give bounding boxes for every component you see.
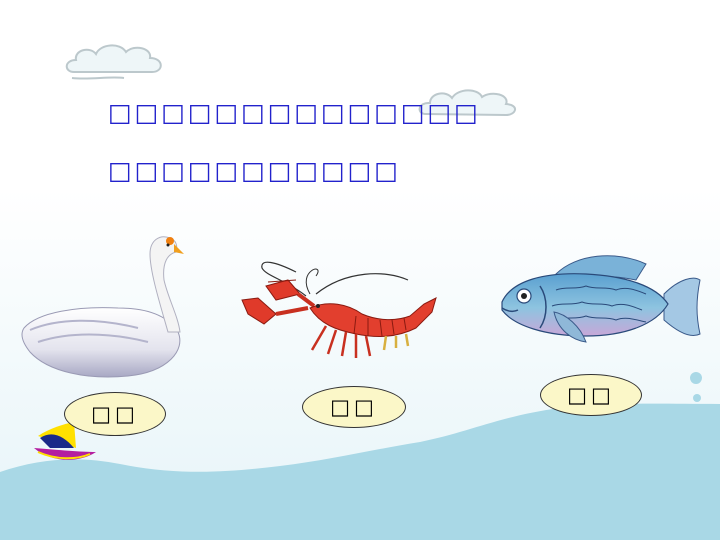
crayfish-image (241, 261, 437, 358)
water-dots (690, 372, 702, 402)
fish-label: □□ (540, 374, 642, 416)
swan-image (21, 236, 184, 378)
crayfish-label: □□ (302, 386, 406, 428)
fish-image (501, 255, 701, 343)
prompt-line-1: □□□□□□□□□□□□□□ (108, 98, 481, 127)
prompt-line-2: □□□□□□□□□□□ (108, 156, 401, 185)
slide: □□□□□□□□□□□□□□ □□□□□□□□□□□ □□ □□ □□ (0, 0, 720, 540)
swan-label: □□ (64, 392, 166, 436)
cloud-icon (65, 44, 162, 80)
